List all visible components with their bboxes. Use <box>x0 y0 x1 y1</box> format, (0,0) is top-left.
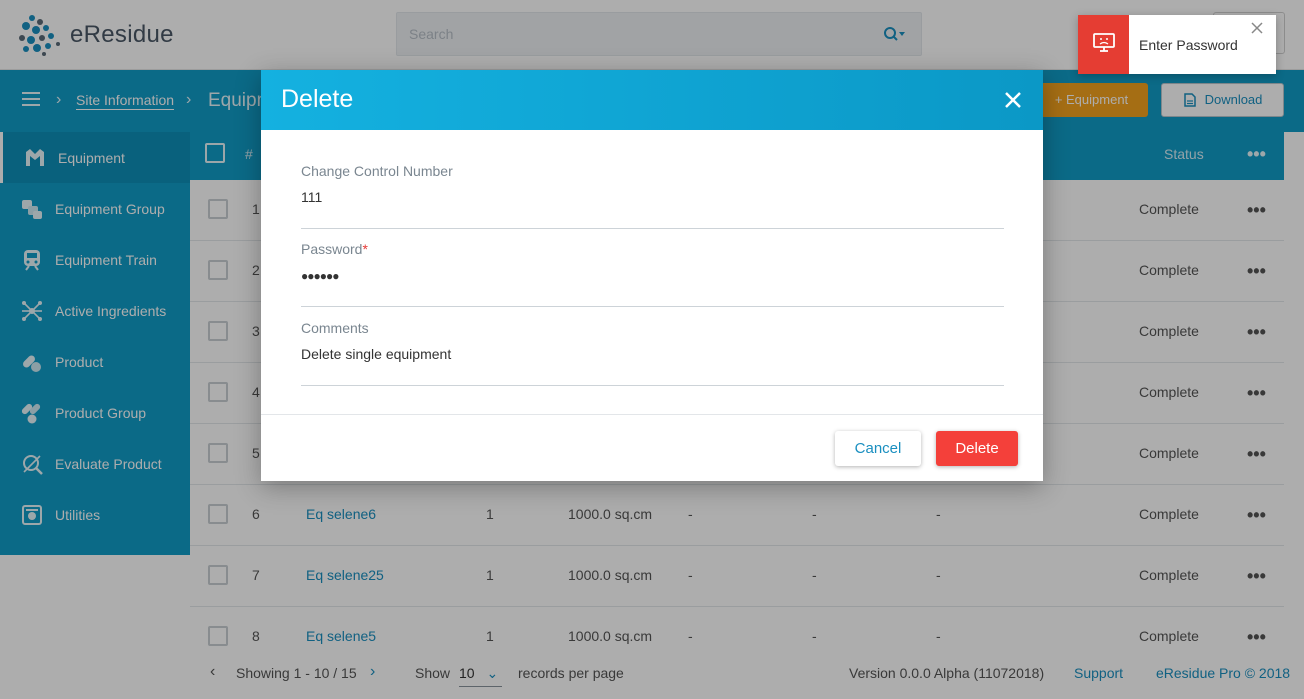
change-control-input[interactable]: 111 <box>301 189 322 205</box>
change-control-field[interactable]: Change Control Number 111 <box>301 163 1004 229</box>
notification-toast: Enter Password <box>1078 15 1276 74</box>
field-label: Password* <box>301 241 368 257</box>
comments-input[interactable]: Delete single equipment <box>301 346 451 362</box>
dialog-header: Delete <box>261 70 1043 130</box>
required-marker: * <box>362 241 368 257</box>
cancel-button[interactable]: Cancel <box>835 431 921 466</box>
password-label: Password <box>301 241 363 257</box>
dialog-title: Delete <box>281 85 354 113</box>
dialog-divider <box>261 414 1043 415</box>
password-field[interactable]: Password* ●●●●●● <box>301 241 1004 307</box>
close-icon[interactable] <box>1251 22 1263 34</box>
password-input[interactable]: ●●●●●● <box>301 269 339 283</box>
close-icon[interactable] <box>1004 91 1022 109</box>
field-label: Change Control Number <box>301 163 453 179</box>
field-label: Comments <box>301 320 369 336</box>
monitor-error-icon <box>1093 33 1115 52</box>
delete-dialog: Delete Change Control Number 111 Passwor… <box>261 70 1043 481</box>
comments-field[interactable]: Comments Delete single equipment <box>301 320 1004 386</box>
delete-button[interactable]: Delete <box>936 431 1018 466</box>
toast-message: Enter Password <box>1139 37 1238 53</box>
toast-icon-box <box>1078 15 1129 74</box>
